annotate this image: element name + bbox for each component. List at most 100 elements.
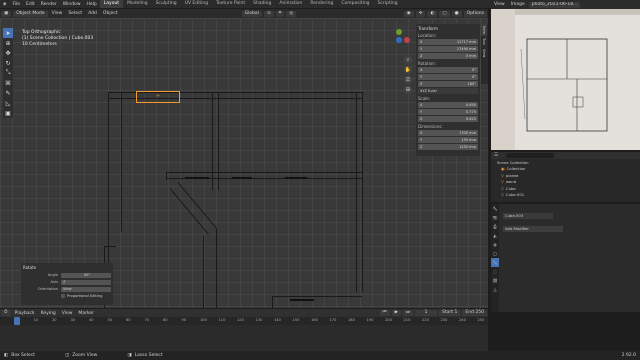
rotation-mode-dropdown[interactable]: XYZ Euler — [418, 88, 478, 94]
select-box-tool-icon[interactable]: ➤ — [3, 28, 13, 38]
shading-solid-icon[interactable]: ● — [451, 10, 462, 17]
rotation-x-field[interactable]: X 0° — [418, 67, 478, 73]
transform-orientation-dropdown[interactable]: Global — [241, 10, 262, 17]
editor-type-icon[interactable]: ▣ — [1, 10, 12, 17]
constraints-props-icon[interactable]: ⛓ — [491, 276, 499, 285]
workspace-tab-sculpting[interactable]: Sculpting — [152, 0, 181, 8]
playhead[interactable] — [14, 317, 20, 325]
workspace-tab-compositing[interactable]: Compositing — [337, 0, 373, 8]
scale-x-field[interactable]: X 0.650 — [418, 102, 478, 108]
workspace-tab-texture-paint[interactable]: Texture Paint — [212, 0, 249, 8]
navigation-gizmo[interactable] — [388, 29, 410, 51]
operator-title[interactable]: Rotate — [23, 265, 111, 270]
workspace-tab-uv-editing[interactable]: UV Editing — [181, 0, 212, 8]
image-name-field[interactable]: photo_2021-06-18... — [528, 1, 581, 8]
proportional-checkbox[interactable] — [61, 294, 65, 298]
workspace-tab-rendering[interactable]: Rendering — [306, 0, 337, 8]
visibility-icon[interactable]: ◉ — [403, 10, 414, 17]
location-x-field[interactable]: X 12717 mm — [418, 39, 478, 45]
timeline-menu-view[interactable]: View — [59, 311, 76, 316]
jump-end-icon[interactable]: ⏭ — [403, 310, 414, 316]
workspace-tab-shading[interactable]: Shading — [249, 0, 275, 8]
axis-dropdown[interactable]: Z — [61, 279, 111, 285]
mode-selector[interactable]: Object Mode — [13, 10, 48, 17]
location-y-field[interactable]: Y 27490 mm — [418, 46, 478, 52]
overlay-icon[interactable]: ◐ — [427, 10, 438, 17]
play-icon[interactable]: ▶ — [391, 310, 402, 316]
scale-y-field[interactable]: Y 0.775 — [418, 109, 478, 115]
object-props-icon[interactable]: ▢ — [491, 249, 499, 258]
gizmo-x-axis[interactable] — [404, 37, 410, 43]
zoom-icon[interactable]: ⌕ — [404, 56, 412, 64]
annotate-tool-icon[interactable]: ✎ — [3, 88, 13, 98]
timeline-ruler[interactable]: 0102030405060708090100110120130140150160… — [0, 317, 488, 325]
timeline-menu-keying[interactable]: Keying — [38, 311, 59, 316]
dimensions-y-field[interactable]: Y 155 mm — [418, 137, 478, 143]
timeline-menu-marker[interactable]: Marker — [75, 311, 97, 316]
camera-view-icon[interactable]: ⎚ — [404, 76, 412, 84]
rotation-y-field[interactable]: Y 0° — [418, 74, 478, 80]
add-cube-tool-icon[interactable]: ▣ — [3, 108, 13, 118]
options-dropdown[interactable]: Options — [463, 10, 487, 17]
snap-icon[interactable]: ⌗ — [275, 10, 285, 17]
scene-props-icon[interactable]: ◭ — [491, 231, 499, 240]
workspace-tab-animation[interactable]: Animation — [275, 0, 306, 8]
rotate-tool-icon[interactable]: ↻ — [3, 58, 13, 68]
physics-props-icon[interactable]: ◌ — [491, 267, 499, 276]
dimensions-z-field[interactable]: Z 1250 mm — [418, 144, 478, 150]
npanel-tab-tool[interactable]: Tool — [481, 36, 487, 47]
timeline-menu-playback[interactable]: Playback — [12, 311, 38, 316]
pivot-icon[interactable]: ⊙ — [263, 10, 274, 17]
gizmo-y-axis[interactable] — [396, 29, 402, 35]
output-props-icon[interactable]: ⎙ — [491, 222, 499, 231]
workspace-tab-layout[interactable]: Layout — [99, 0, 124, 8]
timeline-editor-icon[interactable]: ⏱ — [1, 310, 11, 316]
transform-tool-icon[interactable]: ⌘ — [3, 78, 13, 88]
menu-file[interactable]: File — [9, 2, 23, 7]
proportional-icon[interactable]: ◎ — [286, 10, 297, 17]
add-modifier-dropdown[interactable]: Add Modifier — [503, 226, 563, 232]
location-z-field[interactable]: Z0 mm — [418, 53, 478, 59]
rotation-z-field[interactable]: Z 180° — [418, 81, 478, 87]
move-tool-icon[interactable]: ✥ — [3, 48, 13, 58]
image-editor-menu-image[interactable]: Image — [508, 2, 528, 7]
end-frame-field[interactable]: End 250 — [462, 310, 487, 316]
data-props-icon[interactable]: △ — [491, 285, 499, 294]
render-props-icon[interactable]: 📷 — [491, 213, 499, 222]
start-frame-field[interactable]: Start 1 — [439, 310, 461, 316]
workspace-tab-scripting[interactable]: Scripting — [374, 0, 402, 8]
dimensions-x-field[interactable]: X 1300 mm — [418, 130, 478, 136]
reference-image[interactable] — [491, 9, 640, 150]
viewport-menu-add[interactable]: Add — [85, 11, 100, 16]
menu-render[interactable]: Render — [38, 2, 60, 7]
jump-start-icon[interactable]: ⏮ — [379, 310, 390, 316]
menu-window[interactable]: Window — [60, 2, 84, 7]
image-editor-menu-view[interactable]: View — [491, 2, 508, 7]
blender-logo-icon[interactable]: ◈ — [0, 2, 9, 7]
menu-edit[interactable]: Edit — [23, 2, 38, 7]
selected-object-cube-003[interactable]: + — [136, 91, 180, 103]
gizmo-z-axis[interactable] — [396, 37, 402, 43]
scale-z-field[interactable]: Z 0.625 — [418, 116, 478, 122]
gizmo-icon[interactable]: ✣ — [415, 10, 426, 17]
outliner-filter-icon[interactable]: ☰ — [494, 153, 498, 158]
perspective-toggle-icon[interactable]: ⊞ — [404, 86, 412, 94]
world-props-icon[interactable]: ◍ — [491, 240, 499, 249]
transform-panel-header[interactable]: Transform — [418, 26, 478, 31]
outliner-search-input[interactable] — [506, 153, 555, 158]
viewport-menu-select[interactable]: Select — [65, 11, 85, 16]
pan-hand-icon[interactable]: ✋ — [404, 66, 412, 74]
viewport-menu-view[interactable]: View — [49, 11, 66, 16]
viewport-menu-object[interactable]: Object — [100, 11, 121, 16]
angle-field[interactable]: 90° — [61, 272, 111, 278]
npanel-tab-view[interactable]: View — [481, 47, 487, 59]
tool-props-icon[interactable]: 🔧 — [491, 204, 499, 213]
orientation-dropdown[interactable]: View — [61, 286, 111, 292]
modifier-props-icon[interactable]: 🔧 — [491, 258, 499, 267]
current-frame-field[interactable]: 1 — [415, 310, 438, 316]
measure-tool-icon[interactable]: ◺ — [3, 98, 13, 108]
menu-help[interactable]: Help — [84, 2, 100, 7]
scale-tool-icon[interactable]: ⤡ — [3, 68, 13, 78]
object-name-field[interactable]: Cube.003 — [503, 213, 553, 219]
workspace-tab-modeling[interactable]: Modeling — [123, 0, 151, 8]
